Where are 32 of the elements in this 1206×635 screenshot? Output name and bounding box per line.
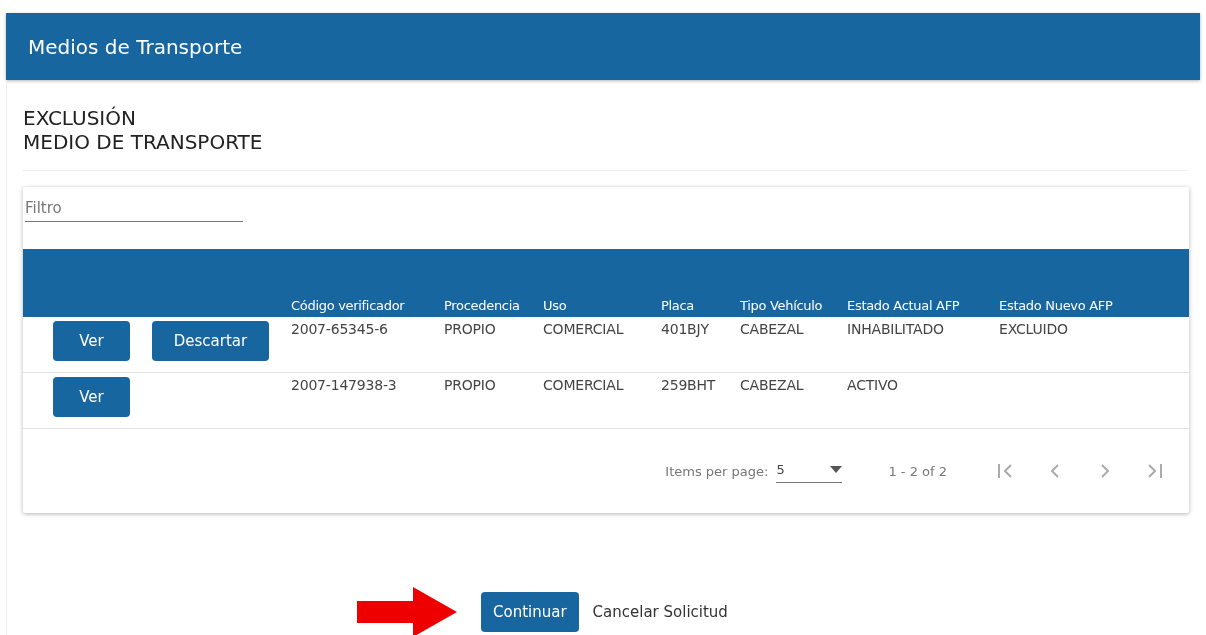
column-header[interactable]: Placa	[661, 298, 695, 313]
page-range: 1 - 2 of 2	[888, 463, 947, 479]
column-header[interactable]: Uso	[543, 298, 567, 313]
table-cell: PROPIO	[444, 377, 496, 393]
column-header[interactable]: Tipo Vehículo	[740, 298, 823, 313]
table-cell: COMERCIAL	[543, 377, 624, 393]
column-header[interactable]: Estado Actual AFP	[847, 298, 960, 313]
view-button[interactable]: Ver	[53, 321, 130, 361]
table-cell: INHABILITADO	[847, 321, 944, 337]
discard-button[interactable]: Descartar	[152, 321, 269, 361]
table-cell: 259BHT	[661, 377, 716, 393]
view-button[interactable]: Ver	[53, 377, 130, 417]
section-subtitle: MEDIO DE TRANSPORTE	[23, 130, 264, 154]
caret-icon	[830, 465, 843, 473]
table-cell: 2007-65345-6	[291, 321, 388, 337]
page-size-select[interactable]: 5	[776, 459, 843, 483]
table-cell: 2007-147938-3	[291, 377, 397, 393]
items-per-page-label: Items per page:	[665, 463, 769, 479]
continue-button[interactable]: Continuar	[481, 592, 579, 632]
window-title: Medios de Transporte	[28, 34, 243, 59]
table-cell: COMERCIAL	[543, 321, 624, 337]
table-cell: PROPIO	[444, 321, 496, 337]
table-cell: CABEZAL	[740, 377, 804, 393]
cancel-link[interactable]: Cancelar Solicitud	[592, 603, 728, 621]
column-header[interactable]: Procedencia	[444, 298, 520, 313]
table-cell: CABEZAL	[740, 321, 804, 337]
section-title: EXCLUSIÓN	[23, 106, 137, 130]
table-cell: ACTIVO	[847, 377, 898, 393]
table-cell: 401BJY	[661, 321, 709, 337]
column-header[interactable]: Código verificador	[291, 298, 405, 313]
column-header[interactable]: Estado Nuevo AFP	[999, 298, 1113, 313]
table-cell: EXCLUIDO	[999, 321, 1068, 337]
